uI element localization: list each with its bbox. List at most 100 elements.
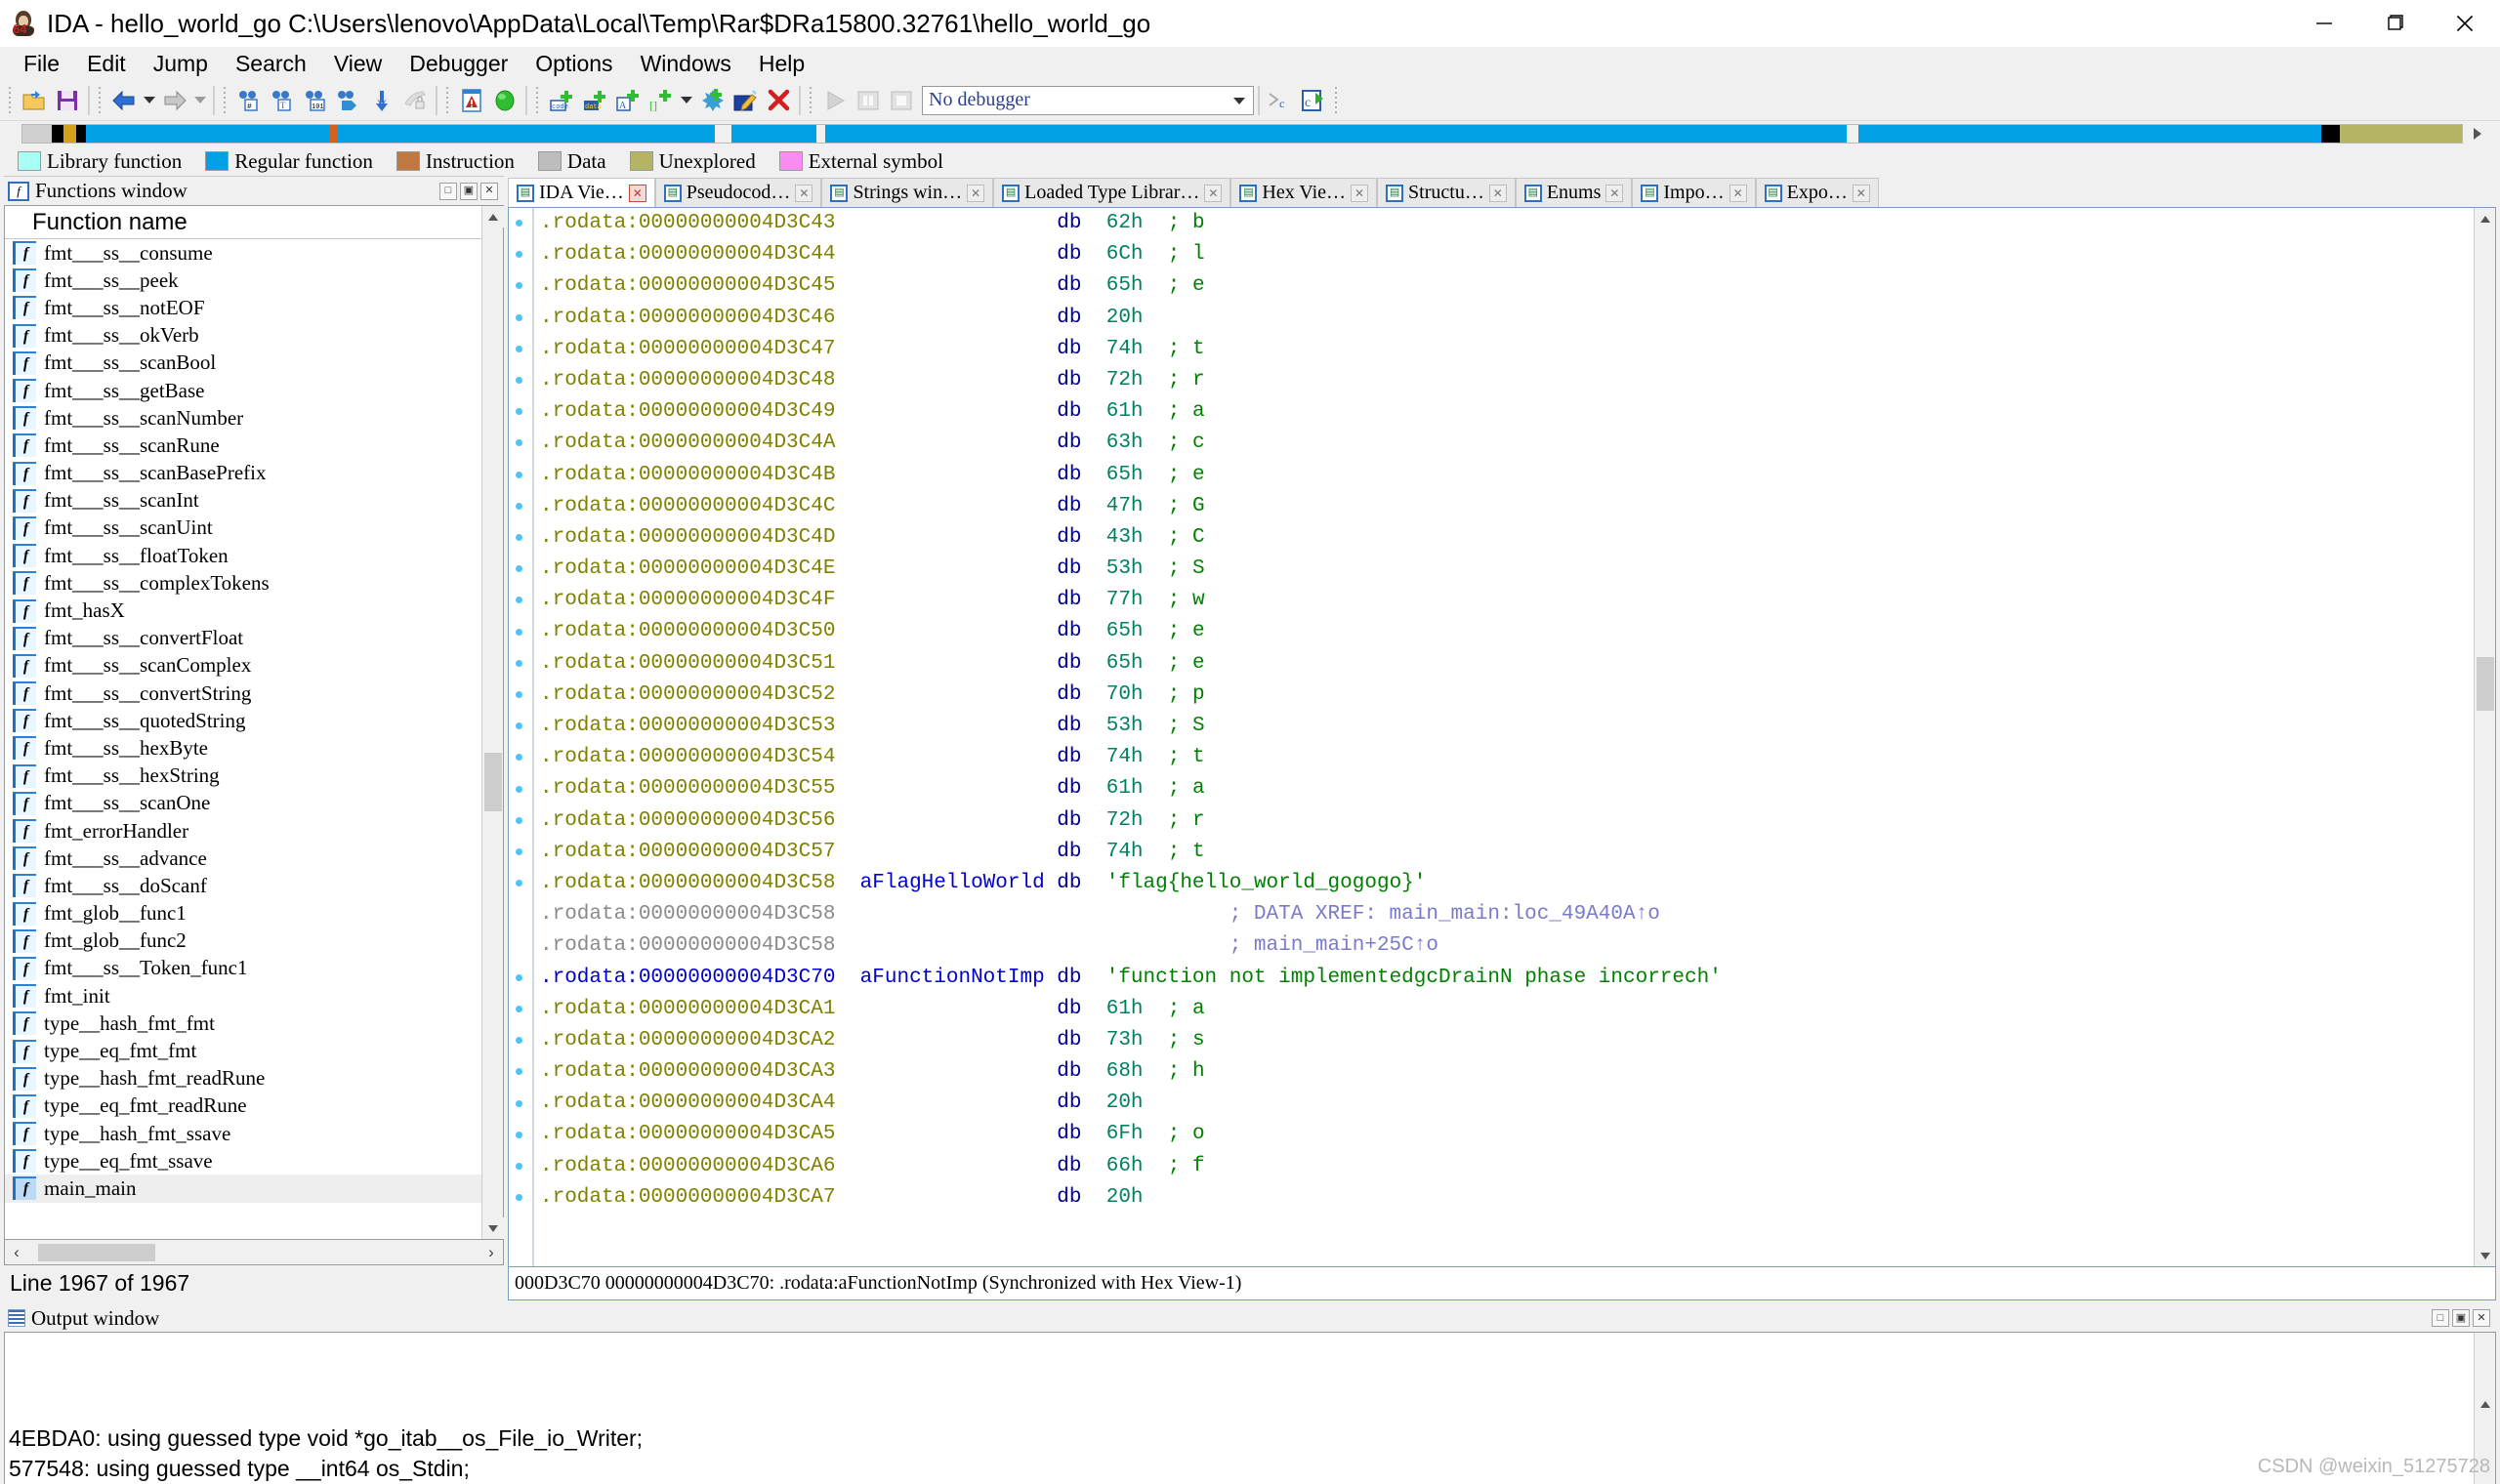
navband-segment[interactable] bbox=[816, 125, 825, 143]
function-list-item[interactable]: f fmt___ss__convertString bbox=[5, 680, 503, 707]
toolbar-grip[interactable] bbox=[808, 83, 815, 117]
save-icon[interactable] bbox=[51, 84, 84, 117]
nav-forward-dropdown-icon[interactable] bbox=[191, 84, 209, 117]
scroll-right-icon[interactable]: › bbox=[479, 1241, 503, 1264]
output-float-button[interactable]: ▣ bbox=[2452, 1309, 2470, 1327]
tab-close-icon[interactable]: ✕ bbox=[967, 184, 985, 202]
make-array-icon[interactable]: [] bbox=[645, 84, 678, 117]
disassembly-line[interactable]: .rodata:00000000004D3C49 db 61h ; a bbox=[540, 396, 2495, 428]
navband-segment[interactable] bbox=[1846, 125, 1859, 143]
navband-segment[interactable] bbox=[63, 125, 76, 143]
function-list-item[interactable]: f main_main bbox=[5, 1175, 503, 1203]
tab-2[interactable]: ▤ Strings win… ✕ bbox=[821, 178, 994, 207]
function-list-item[interactable]: f fmt___ss__scanInt bbox=[5, 487, 503, 515]
tab-close-icon[interactable]: ✕ bbox=[1488, 184, 1507, 202]
make-ascii-icon[interactable]: A bbox=[611, 84, 645, 117]
search-imm-icon[interactable]: 101 bbox=[299, 84, 332, 117]
scroll-down-icon[interactable] bbox=[2475, 1477, 2495, 1484]
scroll-down-icon[interactable] bbox=[2475, 1245, 2495, 1266]
disassembly-line[interactable]: .rodata:00000000004D3C58 aFlagHelloWorld… bbox=[540, 868, 2495, 899]
function-list-item[interactable]: f fmt___ss__notEOF bbox=[5, 294, 503, 321]
panel-close-button[interactable]: ✕ bbox=[480, 182, 498, 200]
tab-close-icon[interactable]: ✕ bbox=[1852, 184, 1870, 202]
toolbar-grip[interactable] bbox=[97, 83, 104, 117]
function-list-item[interactable]: f fmt___ss__doScanf bbox=[5, 872, 503, 899]
make-array-dropdown-icon[interactable] bbox=[678, 84, 695, 117]
decompile-icon[interactable]: c bbox=[1264, 84, 1297, 117]
function-list-item[interactable]: f fmt___ss__okVerb bbox=[5, 322, 503, 350]
output-close-button[interactable]: ✕ bbox=[2473, 1309, 2490, 1327]
scroll-up-icon[interactable] bbox=[2475, 1393, 2495, 1415]
disassembly-line[interactable]: .rodata:00000000004D3CA4 db 20h bbox=[540, 1088, 2495, 1119]
jump-down-icon[interactable] bbox=[365, 84, 398, 117]
scroll-down-icon[interactable] bbox=[482, 1217, 504, 1239]
pause-icon[interactable] bbox=[852, 84, 885, 117]
disassembly-line[interactable]: .rodata:00000000004D3C4E db 53h ; S bbox=[540, 554, 2495, 585]
nav-back-dropdown-icon[interactable] bbox=[141, 84, 158, 117]
menu-jump[interactable]: Jump bbox=[140, 49, 222, 79]
toolbar-grip[interactable] bbox=[222, 83, 229, 117]
disassembly-line[interactable]: .rodata:00000000004D3C55 db 61h ; a bbox=[540, 773, 2495, 804]
disassembly-line[interactable]: .rodata:00000000004D3C47 db 74h ; t bbox=[540, 334, 2495, 365]
tab-0[interactable]: ▤ IDA Vie… ✕ bbox=[508, 178, 655, 207]
navband-segment[interactable] bbox=[51, 125, 64, 143]
functions-vertical-scrollbar[interactable] bbox=[481, 206, 504, 1239]
tab-close-icon[interactable]: ✕ bbox=[1204, 184, 1223, 202]
navband-segment[interactable] bbox=[2320, 125, 2341, 143]
scroll-up-icon[interactable] bbox=[482, 206, 504, 227]
function-list-item[interactable]: f type__hash_fmt_ssave bbox=[5, 1120, 503, 1147]
warning-icon[interactable] bbox=[455, 84, 488, 117]
menu-debugger[interactable]: Debugger bbox=[396, 49, 521, 79]
function-list-item[interactable]: f fmt_errorHandler bbox=[5, 817, 503, 845]
navband-segment[interactable] bbox=[85, 125, 329, 143]
function-list-item[interactable]: f type__hash_fmt_fmt bbox=[5, 1010, 503, 1037]
toolbar-grip[interactable] bbox=[534, 83, 542, 117]
green-ball-icon[interactable] bbox=[488, 84, 521, 117]
disassembly-line[interactable]: .rodata:00000000004D3C45 db 65h ; e bbox=[540, 270, 2495, 302]
navigation-band[interactable] bbox=[21, 124, 2463, 144]
scrollbar-thumb[interactable] bbox=[484, 753, 502, 811]
function-list-item[interactable]: f fmt___ss__convertFloat bbox=[5, 625, 503, 652]
function-list-item[interactable]: f fmt___ss__scanOne bbox=[5, 790, 503, 817]
disassembly-line[interactable]: .rodata:00000000004D3CA2 db 73h ; s bbox=[540, 1025, 2495, 1056]
search-next-icon[interactable] bbox=[332, 84, 365, 117]
toolbar-grip[interactable] bbox=[1333, 83, 1341, 117]
function-list-item[interactable]: f type__hash_fmt_readRune bbox=[5, 1065, 503, 1092]
menu-file[interactable]: File bbox=[10, 49, 73, 79]
disassembly-line[interactable]: .rodata:00000000004D3CA6 db 66h ; f bbox=[540, 1151, 2495, 1182]
stop-icon[interactable] bbox=[885, 84, 918, 117]
function-list-item[interactable]: f fmt_hasX bbox=[5, 597, 503, 624]
tab-4[interactable]: ▤ Hex Vie… ✕ bbox=[1230, 178, 1378, 207]
function-list-item[interactable]: f fmt___ss__scanRune bbox=[5, 432, 503, 459]
function-list-item[interactable]: f fmt___ss__hexByte bbox=[5, 734, 503, 762]
function-list-item[interactable]: f type__eq_fmt_readRune bbox=[5, 1092, 503, 1120]
disassembly-line[interactable]: .rodata:00000000004D3C50 db 65h ; e bbox=[540, 616, 2495, 647]
function-list-item[interactable]: f fmt___ss__scanBool bbox=[5, 350, 503, 377]
nav-back-icon[interactable] bbox=[107, 84, 141, 117]
open-file-icon[interactable] bbox=[18, 84, 51, 117]
disassembly-listing[interactable]: .rodata:00000000004D3C43 db 62h ; b .roda… bbox=[534, 208, 2495, 1266]
disassembly-line[interactable]: .rodata:00000000004D3CA5 db 6Fh ; o bbox=[540, 1119, 2495, 1150]
disassembly-line[interactable]: .rodata:00000000004D3C53 db 53h ; S bbox=[540, 711, 2495, 742]
maximize-button[interactable] bbox=[2359, 0, 2430, 47]
function-list-item[interactable]: f fmt_glob__func1 bbox=[5, 900, 503, 928]
tab-close-icon[interactable]: ✕ bbox=[628, 184, 646, 202]
panel-float-button[interactable]: ▣ bbox=[460, 182, 478, 200]
functions-list[interactable]: f fmt___ss__consume f fmt___ss__peek f fmt___… bbox=[5, 239, 503, 1239]
toolbar-grip[interactable] bbox=[444, 83, 452, 117]
disassembly-line[interactable]: .rodata:00000000004D3C44 db 6Ch ; l bbox=[540, 239, 2495, 270]
disassembly-line[interactable]: .rodata:00000000004D3C4F db 77h ; w bbox=[540, 585, 2495, 616]
navband-segment[interactable] bbox=[824, 125, 1847, 143]
function-list-item[interactable]: f fmt_glob__func2 bbox=[5, 928, 503, 955]
make-data-icon[interactable]: data bbox=[578, 84, 611, 117]
disassembly-line[interactable]: .rodata:00000000004D3C4A db 63h ; c bbox=[540, 428, 2495, 459]
tab-close-icon[interactable]: ✕ bbox=[795, 184, 813, 202]
function-list-item[interactable]: f type__eq_fmt_fmt bbox=[5, 1037, 503, 1064]
disassembly-line[interactable]: .rodata:00000000004D3C57 db 74h ; t bbox=[540, 837, 2495, 868]
make-code-icon[interactable]: code bbox=[545, 84, 578, 117]
tab-close-icon[interactable]: ✕ bbox=[1605, 184, 1624, 202]
navband-segment[interactable] bbox=[328, 125, 338, 143]
disassembly-line[interactable]: .rodata:00000000004D3C51 db 65h ; e bbox=[540, 648, 2495, 680]
disassembly-line[interactable]: .rodata:00000000004D3C58 ; main_main+25C… bbox=[540, 930, 2495, 962]
navband-segment[interactable] bbox=[714, 125, 731, 143]
